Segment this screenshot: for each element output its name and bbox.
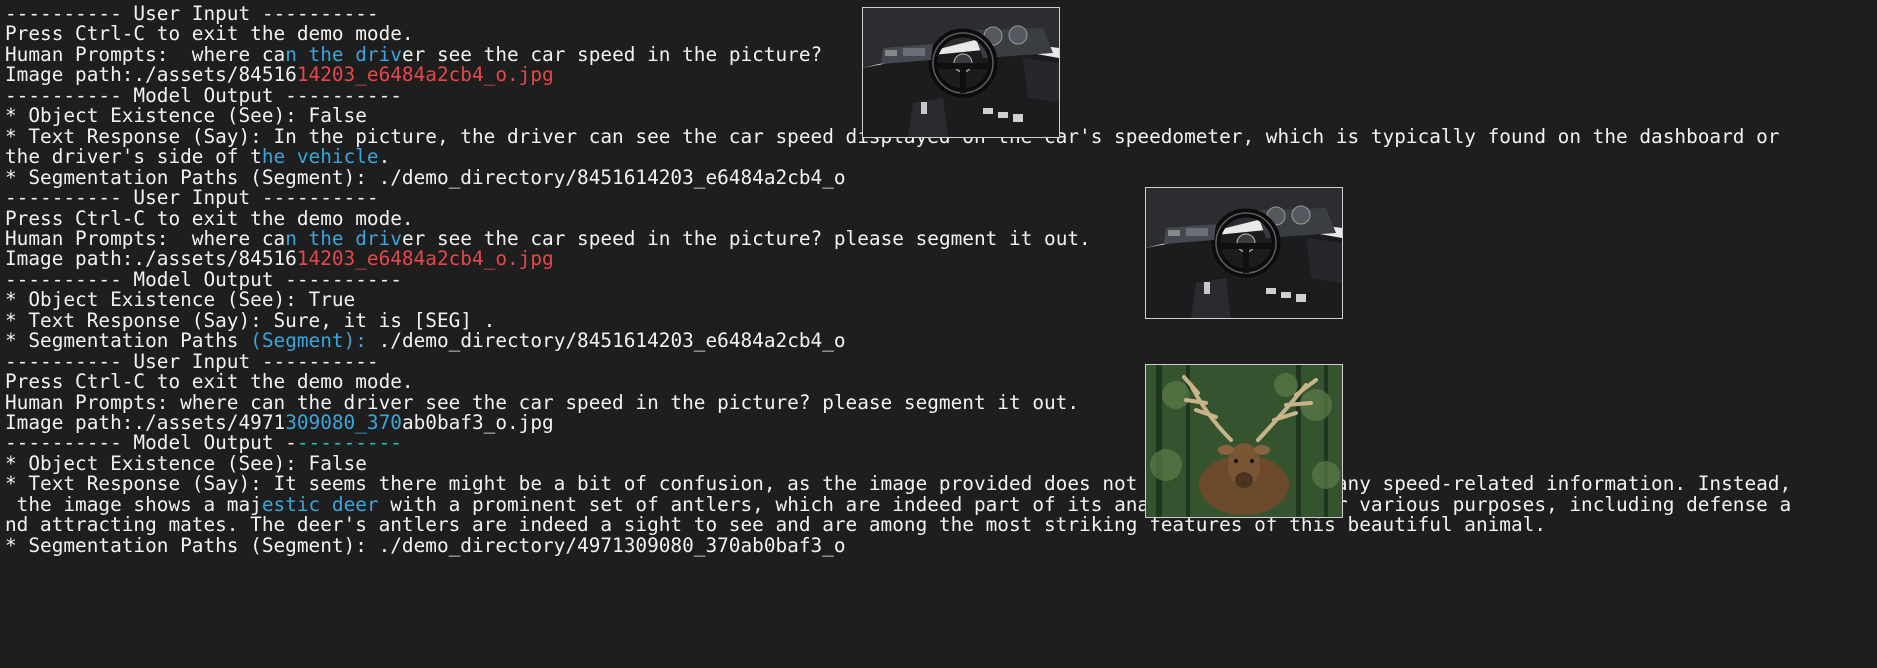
car-dashboard-thumbnail-2 bbox=[1145, 187, 1343, 319]
terminal-text: ab0baf3_o.jpg bbox=[401, 411, 554, 434]
terminal-text: ./demo_directory/8451614203_e6484a2cb4_o bbox=[366, 329, 846, 353]
terminal-line: * Segmentation Paths (Segment): ./demo_d… bbox=[5, 534, 846, 558]
terminal-text: * Segmentation Paths (Segment): ./demo_d… bbox=[5, 533, 846, 557]
terminal-window[interactable]: ---------- User Input ---------- Press Ct… bbox=[0, 0, 1877, 668]
deer-thumbnail bbox=[1145, 364, 1343, 518]
car-dashboard-thumbnail-1 bbox=[862, 7, 1060, 138]
